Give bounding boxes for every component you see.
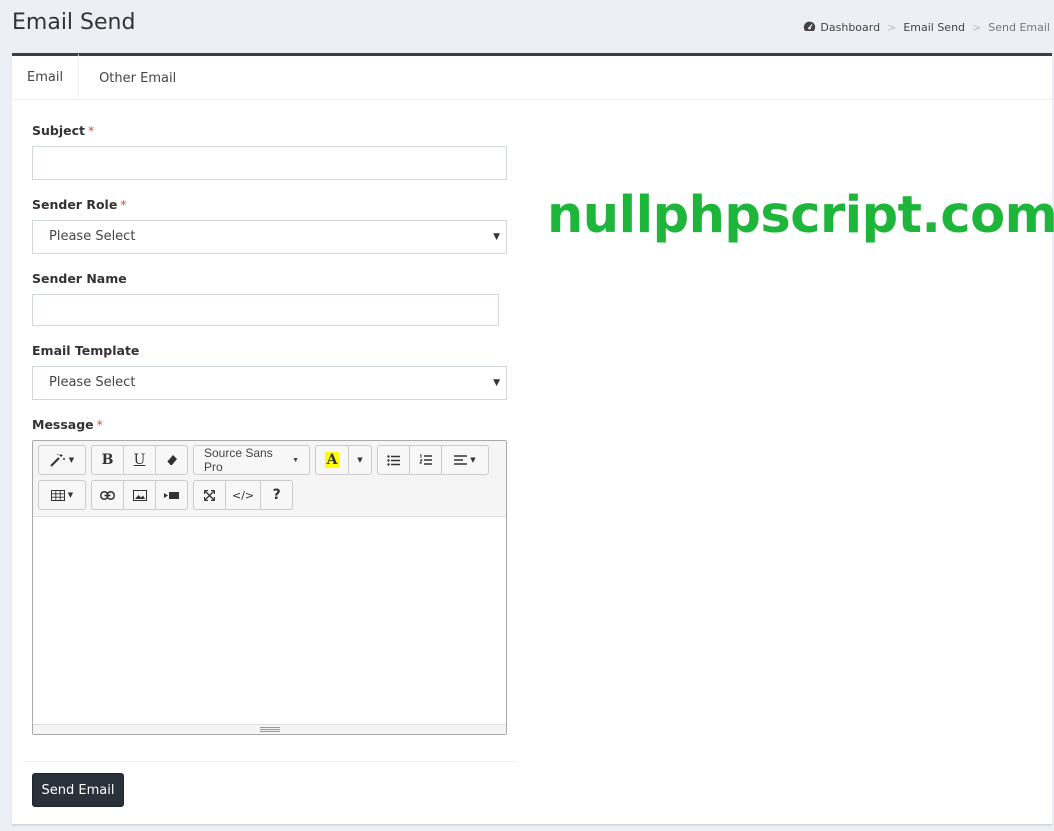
magic-wand-icon <box>50 454 65 467</box>
editor-resize-bar[interactable] <box>33 724 506 734</box>
required-mark: * <box>88 123 95 138</box>
breadcrumb-email-send[interactable]: Email Send <box>903 21 965 34</box>
underline-button[interactable]: U <box>123 445 156 475</box>
paragraph-align-dropdown[interactable]: ▼ <box>441 445 489 475</box>
ordered-list-button[interactable] <box>409 445 442 475</box>
fullscreen-button[interactable] <box>193 480 226 510</box>
editor-toolbar: ▼ B U Source Sans Pro ▼ A ▼ ▼ ▼ </> ? <box>33 441 506 517</box>
insert-video-button[interactable] <box>155 480 188 510</box>
message-group: Message * ▼ B U Source Sans Pro ▼ A ▼ ▼ … <box>32 417 507 735</box>
video-icon <box>164 491 179 499</box>
sender-role-select[interactable]: Please Select ▼ <box>32 220 507 254</box>
table-icon <box>50 489 65 501</box>
watermark-text: nullphpscript.com <box>547 186 1054 245</box>
numbered-list-icon <box>419 454 432 465</box>
send-email-button[interactable]: Send Email <box>32 773 124 807</box>
unordered-list-button[interactable] <box>377 445 410 475</box>
expand-icon <box>204 489 215 501</box>
message-label: Message <box>32 417 94 432</box>
help-button[interactable]: ? <box>260 480 294 510</box>
resize-grip-icon <box>259 727 280 733</box>
caret-down-icon: ▼ <box>493 378 500 388</box>
code-icon: </> <box>232 488 255 502</box>
breadcrumb-send-email: Send Email <box>988 20 1050 34</box>
picture-icon <box>132 489 147 501</box>
email-template-select[interactable]: Please Select ▼ <box>32 366 507 400</box>
sender-name-input[interactable] <box>32 294 499 326</box>
insert-link-button[interactable] <box>91 480 124 510</box>
link-icon <box>100 490 115 500</box>
breadcrumb-dashboard[interactable]: Dashboard <box>803 20 880 34</box>
subject-group: Subject * <box>32 123 507 180</box>
style-button[interactable]: ▼ <box>38 445 86 475</box>
sender-role-selected: Please Select <box>49 229 136 244</box>
code-view-button[interactable]: </> <box>225 480 262 510</box>
color-dropdown-button[interactable]: ▼ <box>348 445 372 475</box>
clear-format-button[interactable] <box>155 445 188 475</box>
insert-picture-button[interactable] <box>123 480 156 510</box>
font-name-dropdown[interactable]: Source Sans Pro ▼ <box>193 445 310 475</box>
form-footer-divider <box>22 761 517 762</box>
email-send-panel: Email Other Email Subject * Sender Role * … <box>12 53 1054 825</box>
subject-label: Subject <box>32 123 85 138</box>
sender-role-group: Sender Role * Please Select ▼ <box>32 197 507 254</box>
email-template-selected: Please Select <box>49 375 136 390</box>
tab-email[interactable]: Email <box>12 53 80 99</box>
caret-down-icon: ▼ <box>493 232 500 242</box>
table-dropdown[interactable]: ▼ <box>38 480 86 510</box>
page-title: Email Send <box>12 10 136 35</box>
font-color-icon: A <box>324 452 340 468</box>
required-mark: * <box>120 197 127 212</box>
breadcrumb: Dashboard > Email Send > Send Email <box>803 20 1050 34</box>
bold-button[interactable]: B <box>91 445 124 475</box>
rich-text-editor: ▼ B U Source Sans Pro ▼ A ▼ ▼ ▼ </> ? <box>32 440 507 735</box>
align-left-icon <box>454 455 468 465</box>
tab-bar: Email Other Email <box>12 53 1052 100</box>
email-template-label: Email Template <box>32 343 140 358</box>
message-editable-area[interactable] <box>33 517 506 723</box>
caret-down-icon: ▼ <box>357 456 363 464</box>
eraser-icon <box>166 455 177 466</box>
sender-name-label: Sender Name <box>32 271 127 286</box>
dashboard-icon <box>804 21 816 32</box>
sender-name-group: Sender Name <box>32 271 507 326</box>
highlight-color-button[interactable]: A <box>315 445 349 475</box>
help-icon: ? <box>272 487 281 503</box>
sender-role-label: Sender Role <box>32 197 118 212</box>
bullet-list-icon <box>387 454 400 466</box>
tab-other-email[interactable]: Other Email <box>79 56 196 99</box>
required-mark: * <box>96 417 103 432</box>
subject-input[interactable] <box>32 146 507 180</box>
email-template-group: Email Template Please Select ▼ <box>32 343 507 400</box>
